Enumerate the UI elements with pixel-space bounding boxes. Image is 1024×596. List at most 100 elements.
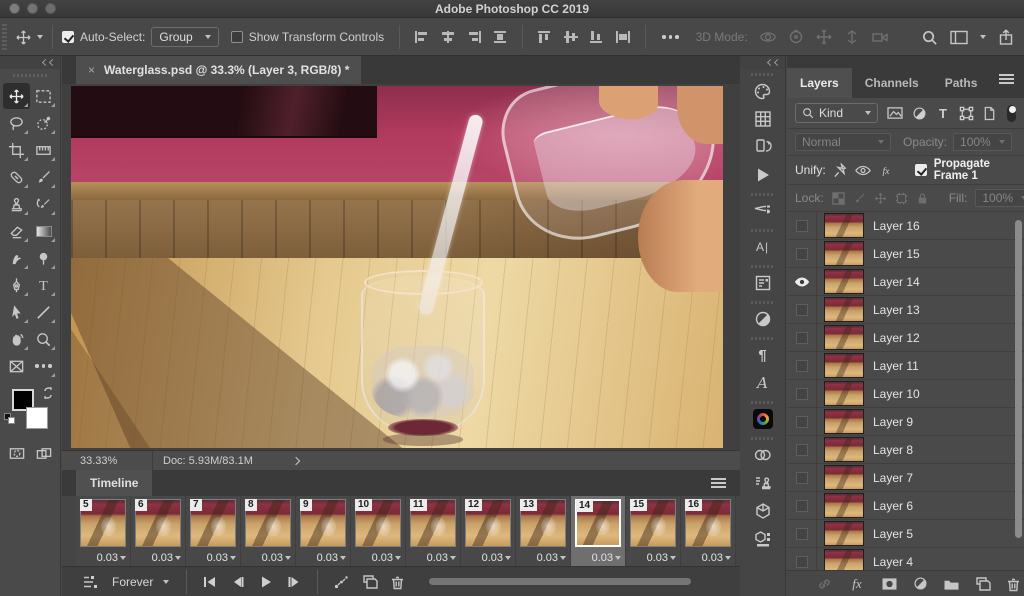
quick-mask-button[interactable]	[8, 445, 26, 462]
document-tab[interactable]: × Waterglass.psd @ 33.3% (Layer 3, RGB/8…	[76, 56, 361, 84]
properties-panel-icon[interactable]	[750, 271, 776, 295]
timeline-frame[interactable]: 16 0.03	[681, 496, 736, 566]
clone-source-panel-icon[interactable]	[750, 471, 776, 495]
layer-visibility-toggle[interactable]	[787, 464, 817, 491]
share-icon[interactable]	[998, 29, 1014, 46]
status-chevron-icon[interactable]	[292, 456, 300, 464]
pen-tool[interactable]	[3, 272, 30, 298]
canvas-image[interactable]	[71, 86, 723, 448]
auto-select-checkbox[interactable]	[62, 31, 74, 43]
align-left-edges-icon[interactable]	[414, 30, 430, 44]
panel-grip[interactable]	[751, 401, 775, 404]
move-tool-preset-icon[interactable]	[15, 29, 32, 46]
timeline-frame[interactable]: 8 0.03	[241, 496, 296, 566]
frame-delay-selector[interactable]: 0.03	[482, 552, 511, 564]
frame-delay-selector[interactable]: 0.03	[262, 552, 291, 564]
align-top-edges-icon[interactable]	[537, 30, 553, 44]
canvas-area[interactable]	[62, 84, 740, 450]
tools-panel-header[interactable]	[0, 56, 60, 69]
layer-visibility-toggle[interactable]	[787, 492, 817, 519]
line-tool[interactable]	[30, 299, 57, 325]
panel-grip[interactable]	[13, 74, 47, 77]
glyphs-panel-icon[interactable]: A	[750, 371, 776, 395]
grid-panel-icon[interactable]	[750, 107, 776, 131]
align-bottom-edges-icon[interactable]	[589, 30, 605, 44]
panel-grip[interactable]	[751, 337, 775, 340]
filter-smart-objects-icon[interactable]	[983, 106, 996, 121]
lock-artboard-icon[interactable]	[895, 192, 908, 205]
layer-name[interactable]: Layer 4	[873, 555, 913, 569]
add-layer-mask-icon[interactable]	[881, 577, 898, 591]
hand-tool[interactable]	[3, 326, 30, 352]
loop-count-dropdown[interactable]: Forever	[112, 575, 169, 589]
layers-scrollbar[interactable]	[1015, 220, 1022, 538]
timeline-frame[interactable]: 15 0.03	[626, 496, 681, 566]
smudge-tool[interactable]	[3, 245, 30, 271]
align-vertical-centers-icon[interactable]	[563, 30, 579, 44]
panel-grip[interactable]	[751, 437, 775, 440]
layer-name[interactable]: Layer 14	[873, 275, 920, 289]
frame-thumbnail-box[interactable]: 10	[355, 499, 401, 547]
crop-tool[interactable]	[3, 137, 30, 163]
frame-thumbnail-box[interactable]: 7	[190, 499, 236, 547]
workspace-chevron-icon[interactable]	[980, 35, 986, 39]
layer-row[interactable]: Layer 8	[787, 436, 1024, 464]
creative-cloud-libraries-icon[interactable]	[750, 443, 776, 467]
layer-row[interactable]: Layer 11	[787, 352, 1024, 380]
layer-row[interactable]: Layer 10	[787, 380, 1024, 408]
tool-preset-chevron-icon[interactable]	[37, 35, 43, 39]
delete-layer-icon[interactable]	[1006, 576, 1021, 592]
collapse-panel-icon[interactable]	[43, 60, 55, 65]
panel-grip[interactable]	[751, 265, 775, 268]
lock-all-icon[interactable]	[916, 192, 929, 205]
layer-visibility-toggle[interactable]	[787, 520, 817, 547]
fill-field[interactable]: 100%	[975, 189, 1024, 207]
tween-frames-icon[interactable]	[333, 574, 350, 590]
panel-grip[interactable]	[751, 229, 775, 232]
new-group-icon[interactable]	[943, 577, 960, 591]
layer-thumbnail[interactable]	[824, 353, 864, 378]
timeline-frame[interactable]: 12 0.03	[461, 496, 516, 566]
timeline-frame[interactable]: 7 0.03	[186, 496, 241, 566]
background-color-swatch[interactable]	[26, 407, 48, 429]
layer-visibility-toggle[interactable]	[787, 240, 817, 267]
new-frame-button[interactable]	[362, 574, 378, 590]
frame-delay-selector[interactable]: 0.03	[97, 552, 126, 564]
frame-thumbnail-box[interactable]: 15	[630, 499, 676, 547]
distribute-vertical-icon[interactable]	[615, 30, 631, 44]
layer-row[interactable]: Layer 9	[787, 408, 1024, 436]
layer-thumbnail[interactable]	[824, 269, 864, 294]
timeline-frame[interactable]: 9 0.03	[296, 496, 351, 566]
materials-panel-icon[interactable]	[750, 527, 776, 551]
frame-delay-selector[interactable]: 0.03	[592, 552, 621, 564]
filter-pixel-layers-icon[interactable]	[887, 106, 903, 120]
dock-header[interactable]	[740, 56, 785, 69]
panel-grip[interactable]	[751, 301, 775, 304]
layer-thumbnail[interactable]	[824, 493, 864, 518]
layer-name[interactable]: Layer 11	[873, 359, 919, 373]
gradient-tool[interactable]	[30, 218, 57, 244]
frame-thumbnail-box[interactable]: 6	[135, 499, 181, 547]
layer-name[interactable]: Layer 13	[873, 303, 920, 317]
layer-row[interactable]: Layer 15	[787, 240, 1024, 268]
close-tab-icon[interactable]: ×	[88, 63, 95, 77]
timeline-scrollbar[interactable]	[429, 578, 691, 585]
layer-row[interactable]: Layer 13	[787, 296, 1024, 324]
layer-name[interactable]: Layer 10	[873, 387, 920, 401]
timeline-frame[interactable]: 10 0.03	[351, 496, 406, 566]
frame-thumbnail-box[interactable]: 11	[410, 499, 456, 547]
layer-visibility-toggle[interactable]	[787, 296, 817, 323]
screen-mode-button[interactable]	[35, 445, 53, 462]
filter-shape-layers-icon[interactable]	[959, 106, 974, 121]
link-layers-icon[interactable]	[816, 577, 833, 591]
layer-visibility-toggle[interactable]	[787, 352, 817, 379]
new-adjustment-layer-icon[interactable]	[913, 576, 928, 591]
opacity-field[interactable]: 100%	[953, 133, 1012, 151]
history-brush-tool[interactable]	[30, 191, 57, 217]
more-options-icon[interactable]	[662, 35, 679, 39]
propagate-frame-checkbox[interactable]	[915, 164, 927, 176]
convert-to-video-timeline-icon[interactable]	[82, 574, 98, 590]
layer-row[interactable]: Layer 5	[787, 520, 1024, 548]
layer-thumbnail[interactable]	[824, 297, 864, 322]
layer-visibility-toggle[interactable]	[787, 268, 817, 295]
